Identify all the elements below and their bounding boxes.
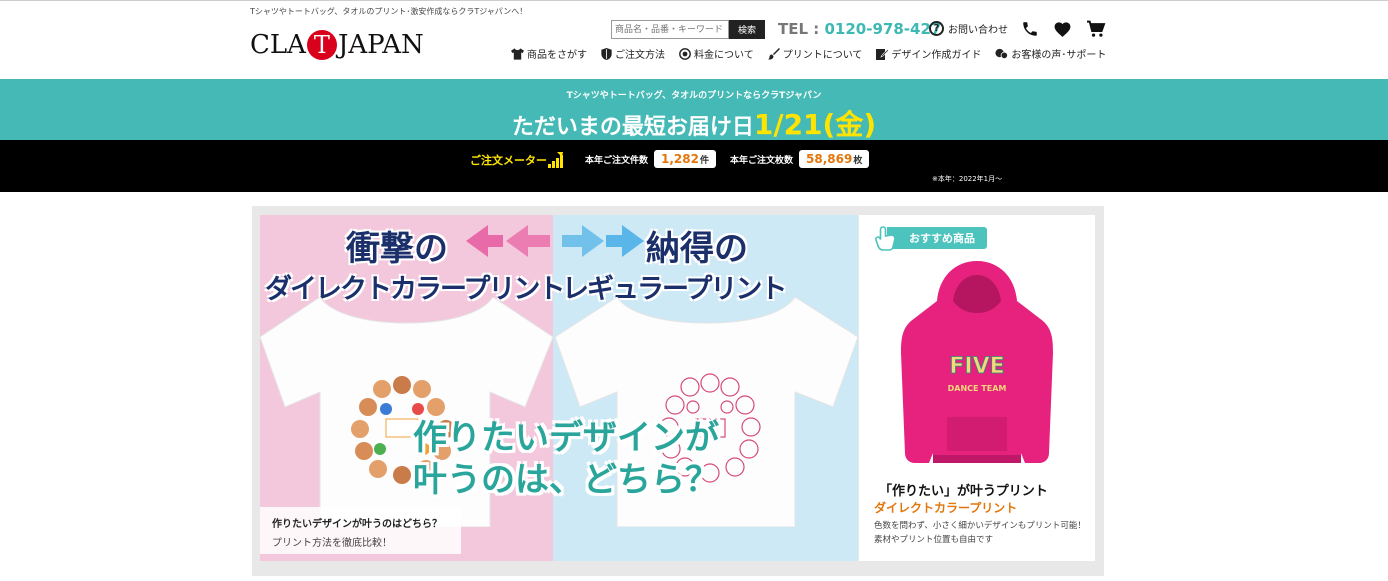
brush-icon: [767, 47, 780, 60]
hero-caption-sub: プリント方法を徹底比較！: [272, 538, 392, 549]
tel-info: TEL : 0120-978-427: [778, 20, 941, 38]
items-count: 本年ご注文枚数 58,869枚: [730, 150, 870, 168]
nav-item-design-guide[interactable]: デザイン作成ガイド: [876, 46, 981, 61]
hero-question-line1: 作りたいデザインが: [413, 418, 719, 458]
recommend-description: 色数を問わず、小さく細かいデザインもプリント可能！素材やプリント位置も自由です: [874, 521, 1086, 545]
items-label: 本年ご注文枚数: [730, 155, 794, 166]
logo-text-left: CLA: [250, 30, 306, 60]
hero-right-line1: 納得の: [646, 229, 748, 269]
shield-icon: [601, 47, 612, 60]
heart-icon[interactable]: [1053, 20, 1072, 38]
items-pill: 58,869枚: [799, 150, 870, 168]
recommended-product-card[interactable]: おすすめ商品 FIVE DANCE TEAM 「作りたい」が叶うプリント ダイレ…: [859, 215, 1095, 561]
hero-question: 作りたいデザインが 叶うのは、どちら？: [413, 417, 719, 501]
hand-pointer-icon: [875, 226, 896, 251]
logo-text-right: JAPAN: [337, 30, 424, 60]
banner-subtitle: Tシャツやトートバッグ、タオルのプリントならクラTジャパン: [566, 91, 822, 101]
nav-item-support[interactable]: お客様の声･サポート: [995, 46, 1106, 61]
nav-label: プリントについて: [782, 50, 863, 61]
logo-t-mark: T: [306, 30, 337, 60]
contact-label: お問い合わせ: [948, 25, 1008, 36]
hero-banner[interactable]: 衝撃の ダイレクトカラープリント 納得の レギュラープリント 作りたいデザインが…: [260, 215, 858, 561]
nav-label: お客様の声･サポート: [1011, 50, 1107, 61]
tel-label: TEL :: [778, 20, 820, 38]
nav-item-order[interactable]: ご注文方法: [601, 46, 665, 61]
coin-icon: [679, 47, 691, 60]
arrow-right-icon: [562, 225, 644, 257]
hoodie-print-subtext: DANCE TEAM: [948, 384, 1007, 393]
delivery-banner: Tシャツやトートバッグ、タオルのプリントならクラTジャパン ただいまの最短お届け…: [0, 79, 1388, 143]
hero-question-line2: 叶うのは、どちら？: [413, 460, 719, 500]
banner-title: ただいまの最短お届け日1/21(金): [0, 103, 1388, 143]
main-nav: 商品をさがす ご注文方法 料金について プリントについて デザイン作成ガイド お…: [511, 46, 1120, 61]
nav-label: ご注文方法: [615, 50, 665, 61]
orders-pill: 1,282件: [654, 150, 716, 168]
question-icon: ?: [929, 21, 944, 36]
meter-title-text: ご注文メーター: [470, 154, 547, 167]
edit-icon: [876, 48, 889, 60]
orders-label: 本年ご注文件数: [585, 155, 649, 166]
site-tagline: Tシャツやトートバッグ、タオルのプリント･激安作成ならクラTジャパンへ！: [250, 7, 528, 16]
arrow-left-icon: [466, 225, 550, 257]
recommend-subtitle: ダイレクトカラープリント: [874, 501, 1018, 515]
hero-caption[interactable]: 作りたいデザインが叶うのはどちら？ プリント方法を徹底比較！: [260, 507, 461, 554]
recommend-badge: おすすめ商品: [875, 225, 987, 251]
chat-icon: [995, 48, 1009, 59]
pink-hoodie-image: FIVE DANCE TEAM: [901, 261, 1053, 463]
orders-count: 本年ご注文件数 1,282件: [585, 150, 716, 168]
recommend-badge-text: おすすめ商品: [887, 227, 987, 249]
contact-link[interactable]: ? お問い合わせ: [929, 21, 1008, 36]
tshirt-icon: [511, 47, 524, 60]
top-border: [0, 0, 1388, 1]
bar-chart-icon: [548, 152, 563, 168]
recommend-title: 「作りたい」が叶うプリント: [879, 484, 1048, 499]
tel-number[interactable]: 0120-978-427: [825, 20, 942, 38]
orders-value: 1,282: [661, 152, 699, 166]
search-button[interactable]: 検索: [729, 20, 765, 39]
hero-left-line1: 衝撃の: [346, 229, 448, 269]
delivery-date: 1/21(金): [753, 108, 877, 141]
nav-label: デザイン作成ガイド: [891, 50, 982, 61]
search-input[interactable]: [611, 20, 729, 39]
meter-title: ご注文メーター: [470, 152, 565, 168]
nav-item-products[interactable]: 商品をさがす: [511, 46, 587, 61]
meter-since-note: ※本年：2022年1月～: [932, 175, 1003, 183]
hoodie-print-text: FIVE: [949, 354, 1004, 379]
cart-icon[interactable]: [1086, 20, 1106, 38]
nav-item-print[interactable]: プリントについて: [767, 46, 863, 61]
site-logo[interactable]: CLA T JAPAN: [250, 30, 424, 60]
banner-lead: ただいまの最短お届け日: [511, 115, 754, 140]
nav-label: 料金について: [694, 50, 754, 61]
items-unit: 枚: [853, 156, 863, 166]
items-value: 58,869: [806, 152, 853, 166]
search-form: 検索: [611, 20, 765, 39]
order-meter-bar: ご注文メーター 本年ご注文件数 1,282件 本年ご注文枚数 58,869枚 ※…: [0, 140, 1388, 192]
phone-icon[interactable]: [1021, 20, 1039, 38]
nav-item-price[interactable]: 料金について: [679, 46, 754, 61]
nav-label: 商品をさがす: [527, 50, 587, 61]
hero-caption-title: 作りたいデザインが叶うのはどちら？: [272, 519, 442, 530]
orders-unit: 件: [699, 156, 709, 166]
